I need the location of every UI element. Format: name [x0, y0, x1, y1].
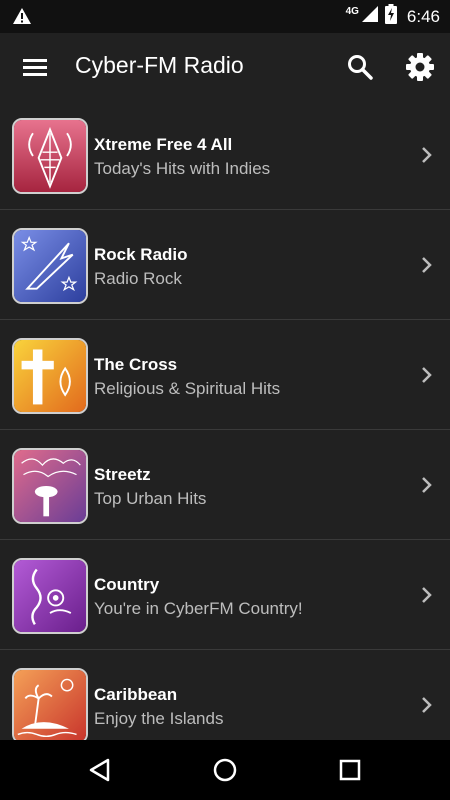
chevron-right-icon — [422, 257, 432, 273]
station-logo-cross — [12, 338, 88, 414]
settings-button[interactable] — [405, 52, 435, 82]
station-list: Xtreme Free 4 All Today's Hits with Indi… — [0, 100, 450, 740]
network-type-label: 4G — [345, 6, 359, 17]
home-icon — [213, 758, 237, 782]
station-subtitle: Enjoy the Islands — [94, 709, 224, 728]
chevron-right-icon — [422, 477, 432, 493]
station-title: Caribbean — [94, 685, 178, 704]
search-button[interactable] — [346, 53, 374, 81]
chevron-right-icon — [422, 147, 432, 163]
status-icons: 4G 6:46 — [346, 0, 440, 33]
station-subtitle: Religious & Spiritual Hits — [94, 379, 281, 398]
back-button[interactable] — [86, 756, 114, 784]
home-button[interactable] — [211, 756, 239, 784]
system-nav-bar — [0, 740, 450, 800]
station-row-caribbean[interactable]: Caribbean Enjoy the Islands — [0, 650, 450, 740]
recents-icon — [339, 759, 361, 781]
station-logo-streetz — [12, 448, 88, 524]
recents-button[interactable] — [336, 756, 364, 784]
chevron-right-icon — [422, 367, 432, 383]
station-logo-country — [12, 558, 88, 634]
app-title: Cyber-FM Radio — [75, 52, 244, 78]
battery-charging-icon — [384, 4, 397, 29]
clock: 6:46 — [406, 6, 440, 26]
menu-button[interactable] — [21, 55, 49, 79]
station-title: Xtreme Free 4 All — [94, 135, 233, 154]
station-title: The Cross — [94, 355, 178, 374]
station-title: Rock Radio — [94, 245, 188, 264]
search-icon — [348, 55, 373, 80]
station-row-xtreme[interactable]: Xtreme Free 4 All Today's Hits with Indi… — [0, 100, 450, 210]
station-row-country[interactable]: Country You're in CyberFM Country! — [0, 540, 450, 650]
station-logo-caribbean — [12, 668, 88, 740]
warning-icon — [12, 7, 32, 30]
station-logo-xtreme — [12, 118, 88, 194]
station-row-cross[interactable]: The Cross Religious & Spiritual Hits — [0, 320, 450, 430]
app-bar: Cyber-FM Radio — [0, 33, 450, 100]
settings-icon — [406, 53, 434, 81]
chevron-right-icon — [422, 587, 432, 603]
signal-icon — [361, 5, 379, 28]
station-row-rock[interactable]: Rock Radio Radio Rock — [0, 210, 450, 320]
menu-icon — [23, 59, 47, 76]
station-subtitle: You're in CyberFM Country! — [94, 599, 303, 618]
back-icon — [89, 758, 110, 782]
station-subtitle: Radio Rock — [94, 269, 182, 288]
station-subtitle: Top Urban Hits — [94, 489, 207, 508]
station-title: Country — [94, 575, 160, 594]
chevron-right-icon — [422, 697, 432, 713]
station-logo-rock — [12, 228, 88, 304]
station-subtitle: Today's Hits with Indies — [94, 159, 271, 178]
status-bar: 4G 6:46 — [0, 0, 450, 33]
station-row-streetz[interactable]: Streetz Top Urban Hits — [0, 430, 450, 540]
station-title: Streetz — [94, 465, 151, 484]
